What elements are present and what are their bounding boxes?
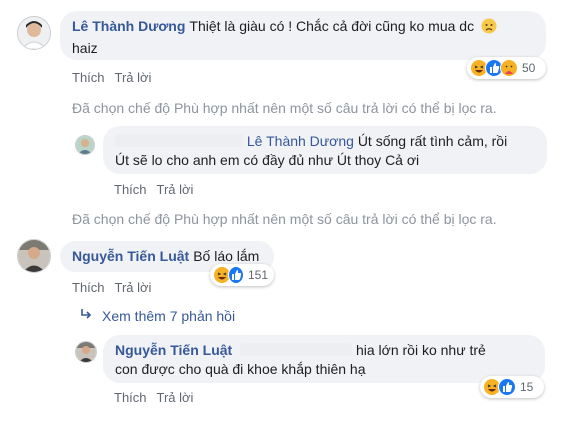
reaction-summary[interactable]: 50 (467, 57, 546, 79)
sad-emoji-icon (481, 18, 497, 39)
reaction-count: 151 (247, 268, 268, 282)
reply-actions: Thích Trả lời (114, 390, 203, 405)
like-reaction-icon (498, 378, 516, 396)
like-link[interactable]: Thích (72, 70, 105, 85)
like-link[interactable]: Thích (114, 390, 147, 405)
reply-link[interactable]: Trả lời (157, 390, 194, 405)
care-reaction-icon (500, 59, 518, 77)
like-reaction-icon (228, 266, 244, 284)
reply-author[interactable]: Nguyễn Tiến Luật (115, 342, 232, 358)
reply-bubble: Lê Thành Dương Út sống rất tình cảm, rồi… (103, 126, 547, 174)
reply-arrow-icon (80, 307, 92, 325)
reply-text-line2: Út sẽ lo cho anh em có đầy đủ như Út tho… (115, 152, 420, 168)
avatar-reply-user[interactable] (75, 135, 95, 155)
reply-link[interactable]: Trả lời (115, 280, 152, 295)
reply-bubble: Nguyễn Tiến Luật hia lớn rồi ko như trẻ … (103, 335, 545, 383)
reply-actions: Thích Trả lời (114, 182, 203, 197)
redacted-author (115, 134, 243, 147)
tagged-user[interactable]: Lê Thành Dương (247, 133, 354, 149)
filter-notice: Đã chọn chế độ Phù hợp nhất nên một số c… (72, 211, 497, 227)
like-link[interactable]: Thích (72, 280, 105, 295)
reaction-summary[interactable]: 15 (480, 376, 544, 398)
reply-link[interactable]: Trả lời (115, 70, 152, 85)
reply-text: hia lớn rồi ko như trẻ (355, 342, 486, 358)
redacted-tag (240, 343, 353, 356)
avatar-photo (18, 17, 50, 49)
reaction-summary[interactable]: 151 (210, 264, 274, 286)
reply-link[interactable]: Trả lời (157, 182, 194, 197)
comment-actions: Thích Trả lời (72, 280, 161, 295)
reaction-count: 50 (522, 61, 536, 75)
comment-bubble: Lê Thành Dương Thiệt là giàu có ! Chắc cả… (60, 11, 546, 60)
comment-author[interactable]: Nguyễn Tiến Luật (72, 248, 189, 264)
like-link[interactable]: Thích (114, 182, 147, 197)
reply-text-line2: con được cho quà đi khoe khắp thiên hạ (115, 361, 366, 377)
comment-text: Thiệt là giàu có ! Chắc cả đời cũng ko m… (189, 18, 475, 34)
reaction-count: 15 (520, 380, 534, 394)
reply-text: Út sống rất tình cảm, rồi (357, 133, 508, 149)
avatar-nguyen-tien-luat-small[interactable] (75, 341, 97, 363)
avatar-photo (18, 240, 50, 272)
comment-text-line2: haiz (72, 40, 98, 56)
filter-notice: Đã chọn chế độ Phù hợp nhất nên một số c… (72, 100, 497, 116)
view-more-replies[interactable]: Xem thêm 7 phản hồi (80, 307, 235, 325)
avatar-photo (76, 136, 94, 154)
view-more-label[interactable]: Xem thêm 7 phản hồi (102, 308, 235, 324)
comment-text: Bố láo lắm (193, 248, 260, 264)
avatar-photo (76, 342, 96, 362)
comment-author[interactable]: Lê Thành Dương (72, 18, 185, 34)
avatar-le-thanh-duong[interactable] (17, 16, 51, 50)
comment-actions: Thích Trả lời (72, 70, 161, 85)
avatar-nguyen-tien-luat[interactable] (17, 239, 51, 273)
